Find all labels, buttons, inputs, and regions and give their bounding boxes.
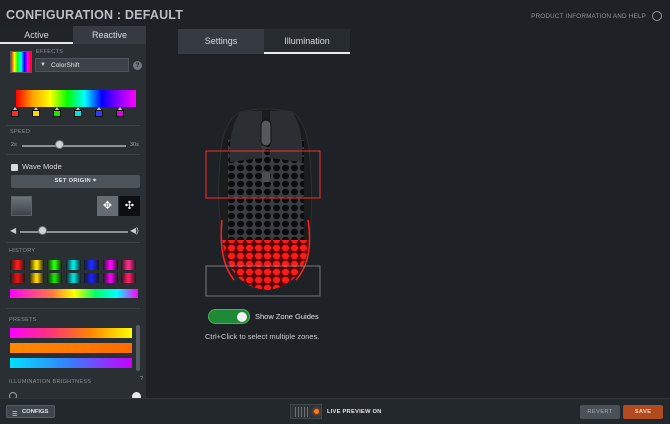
wave-width-slider-knob[interactable] bbox=[37, 226, 47, 235]
set-origin-button[interactable]: SET ORIGIN ⌖ bbox=[11, 175, 140, 188]
scroll-wheel[interactable] bbox=[260, 119, 272, 147]
wave-mode-label: Wave Mode bbox=[22, 162, 62, 171]
main-tabs: Settings Illumination bbox=[178, 29, 350, 54]
history-gradient[interactable] bbox=[10, 289, 138, 298]
history-swatch[interactable] bbox=[84, 273, 99, 283]
stop-color-box bbox=[32, 110, 40, 117]
gradient-stop[interactable] bbox=[95, 107, 103, 118]
product-info-link[interactable]: PRODUCT INFORMATION AND HELP bbox=[531, 13, 646, 20]
gradient-editor-bar[interactable] bbox=[16, 90, 136, 107]
live-preview-label: LIVE PREVIEW ON bbox=[327, 409, 382, 415]
divider bbox=[6, 125, 140, 126]
speed-min: 2s bbox=[11, 142, 17, 148]
history-swatch[interactable] bbox=[102, 260, 118, 270]
volume-low-icon: ◀ bbox=[10, 226, 17, 235]
toggle-knob bbox=[237, 312, 247, 322]
divider bbox=[6, 242, 140, 243]
divider bbox=[6, 154, 140, 155]
header: CONFIGURATION : DEFAULT PRODUCT INFORMAT… bbox=[0, 0, 670, 28]
speed-slider-knob[interactable] bbox=[55, 140, 65, 149]
history-swatch[interactable] bbox=[65, 273, 81, 283]
preset-item[interactable] bbox=[10, 328, 132, 338]
gradient-stop[interactable] bbox=[53, 107, 61, 118]
live-indicator-icon bbox=[314, 409, 319, 414]
set-origin-label: SET ORIGIN bbox=[54, 178, 91, 184]
tab-reactive[interactable]: Reactive bbox=[73, 26, 146, 44]
wave-width-slider-track[interactable] bbox=[20, 231, 128, 233]
effect-select[interactable]: ▼ ColorShift bbox=[35, 58, 129, 72]
brightness-help-icon[interactable]: ? bbox=[140, 376, 143, 382]
mouse-illustration bbox=[205, 108, 321, 297]
configs-button[interactable]: ☰ CONFIGS bbox=[6, 405, 55, 418]
speed-label: SPEED bbox=[10, 129, 31, 135]
stop-color-box bbox=[53, 110, 61, 117]
gradient-stops bbox=[8, 107, 138, 121]
gradient-stop[interactable] bbox=[32, 107, 40, 118]
grip-icon bbox=[295, 407, 309, 417]
show-zone-guides-label: Show Zone Guides bbox=[255, 312, 319, 321]
converge-direction-icon[interactable]: ✥ bbox=[97, 196, 118, 216]
preset-item[interactable] bbox=[10, 343, 132, 353]
volume-high-icon: ◀) bbox=[130, 226, 139, 235]
preset-item[interactable] bbox=[10, 358, 132, 368]
save-button[interactable]: SAVE bbox=[623, 405, 663, 419]
presets-label: PRESETS bbox=[9, 317, 37, 323]
dropdown-arrow-icon: ▼ bbox=[40, 62, 46, 68]
configs-label: CONFIGS bbox=[22, 409, 49, 415]
history-swatch[interactable] bbox=[47, 260, 62, 270]
gradient-stop[interactable] bbox=[74, 107, 82, 118]
show-zone-guides-toggle[interactable] bbox=[208, 309, 250, 324]
menu-icon: ☰ bbox=[12, 412, 18, 418]
speed-max: 30s bbox=[130, 142, 139, 148]
crosshair-icon: ⌖ bbox=[92, 178, 97, 184]
history-label: HISTORY bbox=[9, 248, 36, 254]
history-swatch[interactable] bbox=[47, 273, 62, 283]
brightness-label: ILLUMINATION BRIGHTNESS bbox=[9, 379, 92, 385]
tab-illumination[interactable]: Illumination bbox=[264, 29, 350, 54]
history-swatch[interactable] bbox=[121, 273, 136, 283]
live-preview-toggle[interactable] bbox=[290, 404, 322, 419]
config-title: CONFIGURATION : DEFAULT bbox=[6, 8, 184, 22]
stop-color-box bbox=[74, 110, 82, 117]
mode-tabs: Active Reactive bbox=[0, 26, 146, 44]
history-swatch[interactable] bbox=[121, 260, 136, 270]
tab-settings[interactable]: Settings bbox=[178, 29, 264, 54]
effect-swatch[interactable] bbox=[10, 51, 32, 73]
wave-mode-checkbox[interactable] bbox=[11, 164, 18, 171]
history-swatch[interactable] bbox=[28, 273, 44, 283]
color-preview-block[interactable] bbox=[11, 196, 32, 216]
divider bbox=[6, 308, 140, 309]
revert-button[interactable]: REVERT bbox=[580, 405, 620, 419]
presets-scrollbar[interactable] bbox=[136, 325, 140, 371]
stop-color-box bbox=[11, 110, 19, 117]
tab-active[interactable]: Active bbox=[0, 26, 73, 44]
history-swatch[interactable] bbox=[10, 273, 25, 283]
effects-label: EFFECTS bbox=[36, 49, 64, 55]
gradient-stop[interactable] bbox=[11, 107, 19, 118]
gradient-stop[interactable] bbox=[116, 107, 124, 118]
history-swatch[interactable] bbox=[28, 260, 44, 270]
left-panel: Active Reactive EFFECTS ▼ ColorShift ? S… bbox=[0, 26, 146, 398]
effect-value: ColorShift bbox=[51, 62, 80, 69]
stop-color-box bbox=[116, 110, 124, 117]
globe-icon[interactable] bbox=[652, 11, 662, 21]
diverge-direction-icon[interactable]: ✣ bbox=[119, 196, 140, 216]
history-swatch[interactable] bbox=[10, 260, 25, 270]
history-swatch[interactable] bbox=[84, 260, 99, 270]
stop-color-box bbox=[95, 110, 103, 117]
help-icon[interactable]: ? bbox=[133, 61, 142, 70]
history-swatch[interactable] bbox=[102, 273, 118, 283]
dpi-button[interactable] bbox=[262, 172, 270, 182]
speed-slider-track[interactable] bbox=[22, 145, 126, 147]
footer-bar: ☰ CONFIGS LIVE PREVIEW ON REVERT SAVE bbox=[0, 398, 670, 424]
multi-select-hint: Ctrl+Click to select multiple zones. bbox=[205, 332, 320, 341]
history-swatch[interactable] bbox=[65, 260, 81, 270]
